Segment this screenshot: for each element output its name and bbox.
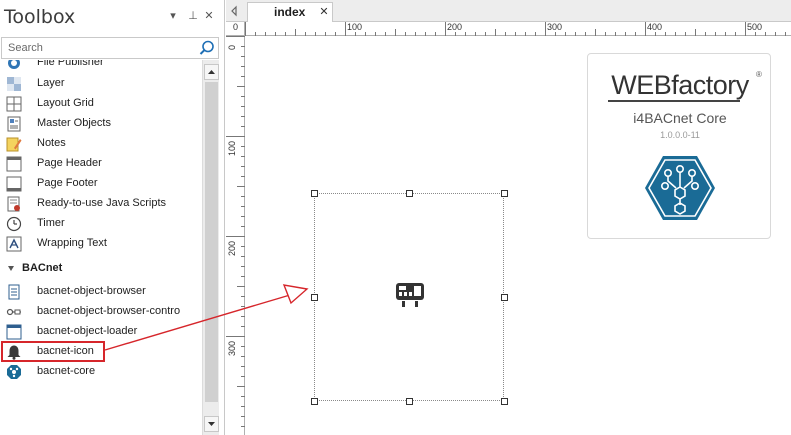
collapse-triangle-icon[interactable] xyxy=(8,266,14,271)
logo-underline xyxy=(608,100,740,102)
v-ruler-label: 300 xyxy=(227,340,237,356)
h-ruler-label: 100 xyxy=(347,22,363,32)
layer-icon xyxy=(7,77,21,91)
resize-handle-e[interactable] xyxy=(501,294,508,301)
h-ruler-label: 400 xyxy=(647,22,663,32)
toolbox-item-page-footer[interactable]: Page Footer xyxy=(0,174,202,194)
toolbox-item-timer[interactable]: Timer xyxy=(0,214,202,234)
chevron-up-icon xyxy=(208,70,215,74)
tab-index[interactable]: index ✕ xyxy=(247,2,333,22)
file-publisher-icon xyxy=(8,60,20,69)
toolbox-item-scripts[interactable]: Ready-to-use Java Scripts xyxy=(0,194,202,214)
toolbox-panel: Toolbox ▾ ⊥ ✕ File Publisher xyxy=(0,0,225,435)
resize-handle-nw[interactable] xyxy=(311,190,318,197)
toolbox-item-wrapping-text[interactable]: Wrapping Text xyxy=(0,234,202,254)
highlight-box xyxy=(1,341,105,362)
toolbox-item-bacnet-object-browser[interactable]: bacnet-object-browser xyxy=(0,282,202,302)
h-ruler-label: 0 xyxy=(233,22,239,32)
vertical-ruler: 0 100 200 300 xyxy=(226,36,245,435)
app-window: Toolbox ▾ ⊥ ✕ File Publisher xyxy=(0,0,791,435)
master-objects-icon xyxy=(7,116,21,132)
search-icon[interactable] xyxy=(198,39,216,57)
timer-icon xyxy=(6,216,22,232)
v-ruler-label: 0 xyxy=(227,44,237,50)
object-browser-icon xyxy=(8,284,20,300)
v-ruler-label: 100 xyxy=(227,140,237,156)
registered-mark: ® xyxy=(756,70,762,79)
tab-scroll-left-icon[interactable] xyxy=(228,4,240,18)
layout-grid-icon xyxy=(6,96,22,112)
scroll-up-button[interactable] xyxy=(204,64,219,80)
toolbox-item-bacnet-object-loader[interactable]: bacnet-object-loader xyxy=(0,322,202,342)
toolbox-group-bacnet[interactable]: BACnet xyxy=(0,259,202,279)
toolbox-item-bacnet-core[interactable]: bacnet-core xyxy=(0,362,202,382)
chevron-down-icon xyxy=(208,422,215,426)
resize-handle-s[interactable] xyxy=(406,398,413,405)
v-ruler-label: 200 xyxy=(227,240,237,256)
toolbox-title: Toolbox xyxy=(4,6,76,28)
search-box xyxy=(1,37,219,59)
bacnet-core-icon xyxy=(7,365,21,379)
card-title: i4BACnet Core xyxy=(633,110,727,126)
toolbox-item-file-publisher[interactable]: File Publisher xyxy=(0,60,202,73)
webfactory-logo-text: WEBfactory xyxy=(611,70,749,100)
scroll-down-button[interactable] xyxy=(204,416,219,432)
page-footer-icon xyxy=(6,176,22,192)
script-icon xyxy=(7,196,20,212)
bacnet-device-icon xyxy=(396,283,424,307)
close-icon[interactable]: ✕ xyxy=(202,9,216,23)
resize-handle-ne[interactable] xyxy=(501,190,508,197)
object-browser-control-icon xyxy=(6,308,21,316)
bacnet-core-card[interactable]: WEBfactory ® i4BACnet Core 1.0.0.0-11 xyxy=(587,53,771,239)
h-ruler-label: 200 xyxy=(447,22,463,32)
horizontal-ruler-ticks xyxy=(245,22,786,36)
toolbox-scrollbar[interactable] xyxy=(202,60,219,435)
resize-handle-n[interactable] xyxy=(406,190,413,197)
tab-close-icon[interactable]: ✕ xyxy=(318,6,330,18)
resize-handle-w[interactable] xyxy=(311,294,318,301)
horizontal-ruler: 0 100 200 300 400 500 xyxy=(233,22,791,36)
toolbox-item-master-objects[interactable]: Master Objects xyxy=(0,114,202,134)
vertical-ruler-ticks xyxy=(226,36,245,427)
resize-handle-se[interactable] xyxy=(501,398,508,405)
bacnet-network-icon xyxy=(645,156,715,220)
toolbox-item-bacnet-object-browser-control[interactable]: bacnet-object-browser-contro xyxy=(0,302,202,322)
toolbox-list: File Publisher Layer Layout Grid Master … xyxy=(0,60,202,435)
resize-handle-sw[interactable] xyxy=(311,398,318,405)
card-version: 1.0.0.0-11 xyxy=(660,130,700,140)
h-ruler-label: 500 xyxy=(747,22,763,32)
toolbox-item-layer[interactable]: Layer xyxy=(0,74,202,94)
toolbox-item-page-header[interactable]: Page Header xyxy=(0,154,202,174)
notes-icon xyxy=(6,137,22,152)
object-loader-icon xyxy=(6,324,22,340)
h-ruler-label: 300 xyxy=(547,22,563,32)
toolbox-header: Toolbox ▾ ⊥ ✕ xyxy=(0,0,225,37)
toolbox-item-notes[interactable]: Notes xyxy=(0,134,202,154)
search-input[interactable] xyxy=(2,38,192,58)
document-tabstrip: index ✕ xyxy=(226,0,791,22)
page-header-icon xyxy=(6,156,22,172)
scroll-thumb[interactable] xyxy=(205,82,218,402)
dropdown-icon[interactable]: ▾ xyxy=(166,9,180,23)
wrapping-text-icon xyxy=(6,236,22,252)
pin-icon[interactable]: ⊥ xyxy=(186,9,200,23)
toolbox-item-layout-grid[interactable]: Layout Grid xyxy=(0,94,202,114)
